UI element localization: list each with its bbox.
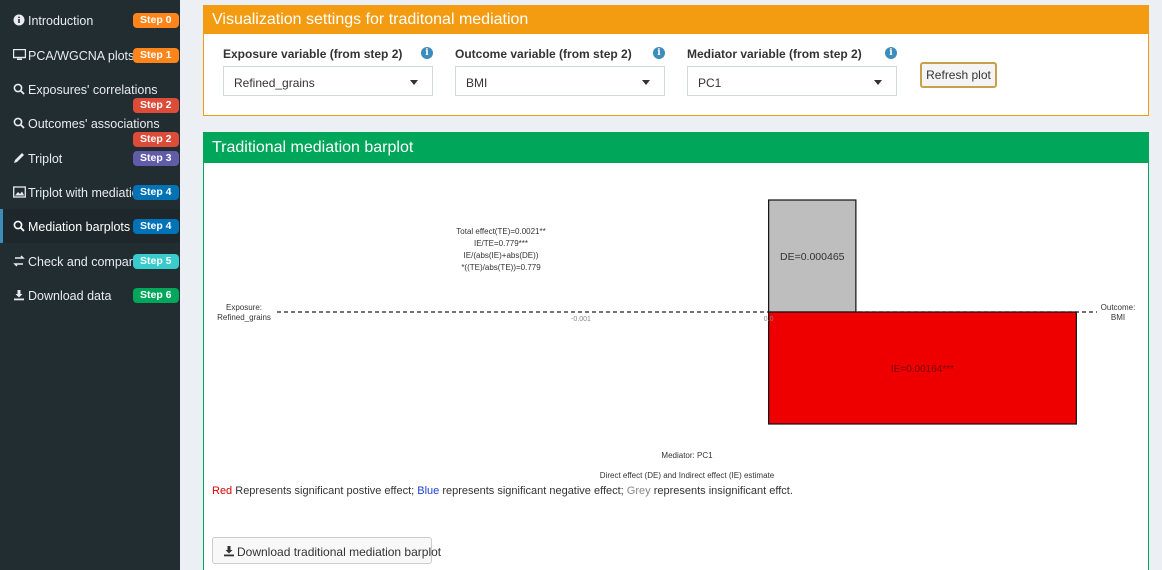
sidebar-item-label: Exposures' correlations (28, 83, 158, 97)
exposure-select[interactable]: Refined_grains (223, 66, 433, 96)
chevron-down-icon (642, 80, 650, 85)
estimate-axis-label: Direct effect (DE) and Indirect effect (… (600, 471, 775, 480)
sidebar-item-label: Outcomes' associations (28, 117, 160, 131)
step-badge: Step 3 (133, 151, 179, 166)
info-icon[interactable]: i (421, 47, 433, 59)
color-legend: Red Represents significant postive effec… (212, 485, 793, 497)
total-effect-annotation: IE/(abs(IE)+abs(DE)) (464, 251, 539, 260)
plot-box: Traditional mediation barplot DE=0.00046… (203, 132, 1149, 570)
step-badge: Step 6 (133, 288, 179, 303)
mediator-select[interactable]: PC1 (687, 66, 897, 96)
outcome-select[interactable]: BMI (455, 66, 665, 96)
step-badge: Step 4 (133, 219, 179, 234)
exposure-name-label: Refined_grains (217, 313, 271, 322)
mediation-barplot: DE=0.000465 IE=0.00164*** -0.001 0.0 Exposur… (217, 199, 1136, 480)
ie-bar-label: IE=0.00164*** (891, 364, 954, 375)
download-barplot-button[interactable]: Download traditional mediation barplot (212, 537, 441, 564)
mediator-axis-label: Mediator: PC1 (661, 451, 713, 460)
sidebar-item-introduction[interactable]: Introduction Step 0 (0, 3, 180, 37)
settings-box-header: Visualization settings for traditonal me… (204, 6, 1148, 34)
download-barplot-label: Download traditional mediation barplot (237, 545, 442, 559)
step-badge: Step 1 (133, 48, 179, 63)
sidebar-item-exposures-correlations[interactable]: Exposures' correlations Step 2 (0, 72, 180, 113)
sidebar-item-download-data[interactable]: Download data Step 6 (0, 278, 180, 312)
info-circle-icon (13, 14, 25, 26)
exposure-label: Exposure: (226, 303, 262, 312)
desktop-icon (12, 48, 27, 61)
de-bar-label: DE=0.000465 (780, 251, 845, 263)
legend-red-text: Represents significant postive effect; (232, 485, 418, 497)
legend-grey-word: Grey (626, 485, 651, 497)
chevron-down-icon (874, 80, 882, 85)
outcome-name-label: BMI (1111, 313, 1125, 322)
sidebar: Introduction Step 0 PCA/WGCNA plots Step… (0, 0, 180, 570)
download-icon (223, 545, 235, 557)
pencil-icon (13, 152, 25, 164)
chevron-down-icon (410, 80, 418, 85)
sidebar-item-label: Mediation barplots (28, 220, 131, 234)
x-tick-label: 0.0 (764, 316, 774, 323)
info-icon[interactable]: i (653, 47, 665, 59)
sidebar-item-label: Triplot with mediation (28, 186, 146, 200)
plot-box-title: Traditional mediation barplot (212, 139, 414, 156)
search-icon (13, 220, 25, 232)
settings-box-title: Visualization settings for traditonal me… (212, 11, 529, 28)
outcome-label: Outcome variable (from step 2) (455, 47, 632, 61)
outcome-label: Outcome: (1101, 303, 1136, 312)
search-icon (13, 117, 25, 129)
legend-grey-text: represents insignificant effct. (650, 485, 793, 497)
total-effect-annotation: *((TE)/abs(TE))=0.779 (461, 263, 541, 272)
sidebar-item-triplot[interactable]: Triplot Step 3 (0, 141, 180, 175)
sidebar-item-label: Triplot (28, 152, 63, 166)
search-icon (13, 83, 25, 95)
refresh-plot-button[interactable]: Refresh plot (920, 62, 997, 88)
step-badge: Step 4 (133, 185, 179, 200)
sidebar-item-label: PCA/WGCNA plots (28, 49, 135, 63)
outcome-select-value: BMI (466, 76, 488, 90)
settings-box: Visualization settings for traditonal me… (203, 5, 1149, 116)
step-badge: Step 5 (133, 254, 179, 269)
legend-blue-word: Blue (417, 485, 440, 497)
total-effect-annotation: IE/TE=0.779*** (474, 239, 528, 248)
image-icon (13, 186, 26, 198)
sidebar-item-pca-wgcna-plots[interactable]: PCA/WGCNA plots Step 1 (0, 38, 180, 72)
sidebar-item-label: Check and compare (28, 255, 140, 269)
sidebar-item-label: Download data (28, 289, 112, 303)
total-effect-annotation: Total effect(TE)=0.0021** (456, 227, 545, 236)
legend-blue-text: represents significant negative effect; (439, 485, 627, 497)
exposure-label: Exposure variable (from step 2) (223, 47, 403, 61)
sidebar-item-outcomes-associations[interactable]: Outcomes' associations Step 2 (0, 106, 180, 147)
x-tick-label: -0.001 (571, 316, 591, 323)
mediator-label: Mediator variable (from step 2) (687, 47, 862, 61)
plot-box-header: Traditional mediation barplot (204, 133, 1148, 163)
sidebar-item-label: Introduction (28, 14, 94, 28)
legend-red-word: Red (212, 485, 233, 497)
info-icon[interactable]: i (885, 47, 897, 59)
step-badge: Step 0 (133, 13, 179, 28)
sidebar-item-check-and-compare[interactable]: Check and compare Step 5 (0, 244, 180, 278)
exchange-icon (13, 255, 25, 267)
mediator-select-value: PC1 (698, 76, 722, 90)
exposure-select-value: Refined_grains (234, 76, 315, 90)
download-icon (13, 289, 25, 301)
sidebar-item-triplot-with-mediation[interactable]: Triplot with mediation Step 4 (0, 175, 180, 209)
sidebar-item-mediation-barplots[interactable]: Mediation barplots Step 4 (0, 209, 180, 243)
